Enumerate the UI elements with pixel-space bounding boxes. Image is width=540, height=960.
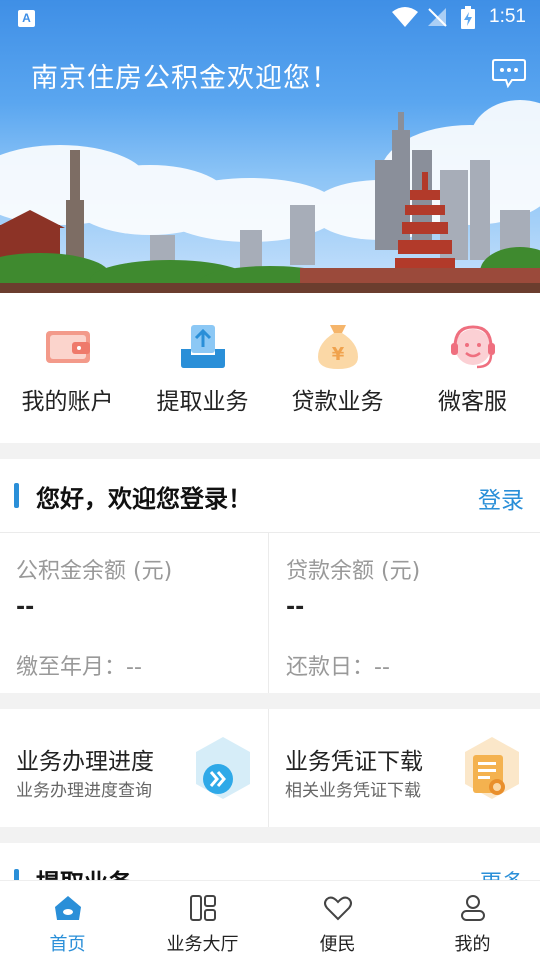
paid-until-label: 缴至年月：--: [16, 655, 142, 680]
service-subtitle: 相关业务凭证下载: [285, 781, 421, 801]
quick-label: 提取业务: [156, 389, 249, 415]
page-title: 南京住房公积金欢迎您！: [31, 63, 339, 94]
loan-balance-label: 贷款余额 (元): [286, 559, 421, 584]
wifi-icon: [392, 7, 418, 27]
quick-customer-service[interactable]: 微客服: [405, 293, 540, 443]
service-progress-card[interactable]: 业务办理进度 业务办理进度查询: [0, 709, 268, 827]
service-subtitle: 业务办理进度查询: [16, 781, 152, 801]
nav-home[interactable]: 首页: [0, 881, 135, 960]
battery-charging-icon: [461, 6, 475, 29]
nav-convenience[interactable]: 便民: [270, 881, 405, 960]
profile-icon: [461, 895, 485, 921]
service-cards: 业务办理进度 业务办理进度查询 业务凭证下载 相关业务凭证下载: [0, 709, 540, 827]
hero-banner: A 1:51 南京住房公积金欢迎您！: [0, 0, 540, 293]
app-notification-icon: A: [18, 10, 35, 27]
divider: [0, 532, 540, 533]
certificate-document-icon: [465, 737, 519, 799]
heart-icon: [324, 896, 352, 921]
fund-balance-value: --: [16, 595, 35, 620]
headset-service-icon: [451, 325, 495, 369]
repay-day-label: 还款日：--: [286, 655, 390, 680]
loan-balance-value: --: [286, 595, 305, 620]
progress-forward-icon: [196, 737, 250, 799]
quick-loan[interactable]: ¥ 贷款业务: [270, 293, 405, 443]
nav-label: 我的: [454, 934, 491, 955]
no-signal-icon: [428, 8, 447, 27]
hall-grid-icon: [190, 895, 216, 921]
clock: 1:51: [489, 6, 526, 27]
wallet-icon: [46, 331, 90, 363]
quick-label: 我的账户: [21, 389, 114, 415]
city-skyline-illustration: [0, 100, 540, 293]
message-icon[interactable]: [492, 58, 526, 88]
service-certificate-card[interactable]: 业务凭证下载 相关业务凭证下载: [269, 709, 540, 827]
quick-label: 微客服: [438, 389, 507, 415]
nav-label: 首页: [49, 934, 86, 955]
account-summary-card: 您好，欢迎您登录！ 登录 公积金余额 (元) -- 缴至年月：-- 贷款余额 (…: [0, 459, 540, 693]
quick-label: 贷款业务: [291, 389, 384, 415]
welcome-title: 您好，欢迎您登录！: [36, 485, 252, 513]
withdraw-tray-icon: [181, 325, 225, 368]
login-link[interactable]: 登录: [478, 481, 524, 515]
nav-mine[interactable]: 我的: [405, 881, 540, 960]
home-icon: [55, 896, 81, 920]
quick-my-account[interactable]: 我的账户: [0, 293, 135, 443]
nav-business-hall[interactable]: 业务大厅: [135, 881, 270, 960]
fund-balance-label: 公积金余额 (元): [16, 559, 173, 584]
quick-withdraw[interactable]: 提取业务: [135, 293, 270, 443]
money-bag-icon: ¥: [318, 325, 358, 369]
service-title: 业务凭证下载: [285, 749, 423, 775]
nav-label: 业务大厅: [166, 934, 239, 955]
nav-label: 便民: [319, 934, 356, 955]
svg-text:¥: ¥: [332, 344, 345, 365]
service-title: 业务办理进度: [16, 749, 154, 775]
status-bar: A 1:51: [0, 0, 540, 36]
quick-actions: 我的账户 提取业务 ¥ 贷款业务 微客服: [0, 293, 540, 443]
bottom-navigation: 首页 业务大厅 便民 我的: [0, 880, 540, 960]
section-accent-bar: [14, 483, 19, 508]
divider: [268, 533, 269, 693]
